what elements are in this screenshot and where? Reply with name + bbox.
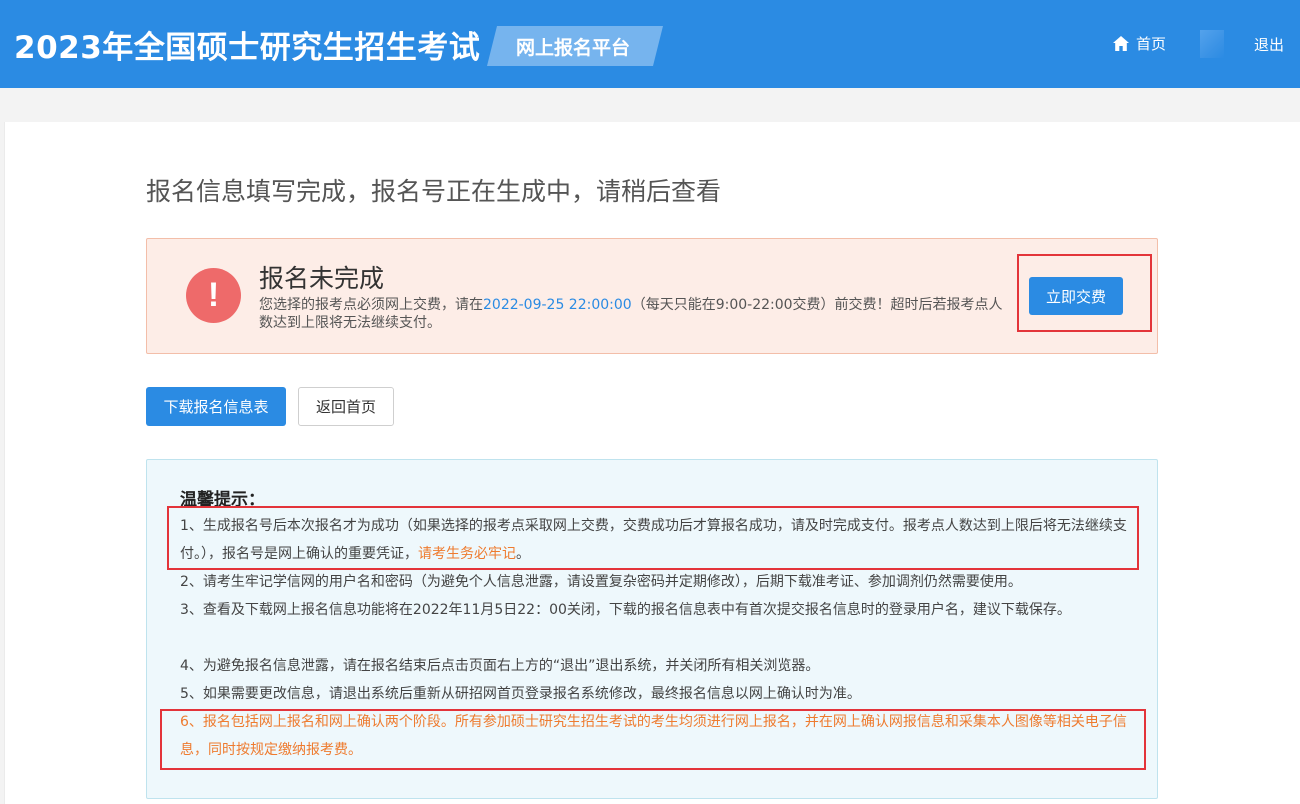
payment-deadline: 2022-09-25 22:00:00 <box>483 297 632 313</box>
page-title: 报名信息填写完成，报名号正在生成中，请稍后查看 <box>146 177 722 206</box>
tip-item-3: 3、查看及下载网上报名信息功能将在2022年11月5日22：00关闭，下载的报名… <box>180 602 1071 618</box>
tip-item-5: 5、如果需要更改信息，请退出系统后重新从研招网首页登录报名系统修改，最终报名信息… <box>180 686 861 702</box>
site-title: 2023年全国硕士研究生招生考试 <box>14 30 481 66</box>
tip-1-highlight <box>167 506 1139 570</box>
platform-badge-label: 网上报名平台 <box>516 37 631 59</box>
avatar[interactable] <box>1200 30 1224 58</box>
logout-link[interactable]: 退出 <box>1254 34 1284 55</box>
alert-desc-before: 您选择的报考点必须网上交费，请在 <box>259 297 483 313</box>
alert-description: 您选择的报考点必须网上交费，请在2022-09-25 22:00:00（每天只能… <box>259 296 1015 332</box>
back-home-button[interactable]: 返回首页 <box>298 387 394 426</box>
alert-title: 报名未完成 <box>259 264 385 293</box>
exclamation-icon: ! <box>186 268 241 323</box>
pay-now-button[interactable]: 立即交费 <box>1029 277 1123 315</box>
tip-6-highlight <box>160 709 1146 770</box>
home-icon <box>1112 35 1130 52</box>
home-nav-link[interactable]: 首页 <box>1112 32 1166 54</box>
tip-item-4: 4、为避免报名信息泄露，请在报名结束后点击页面右上方的“退出”退出系统，并关闭所… <box>180 658 820 674</box>
home-nav-label: 首页 <box>1136 34 1167 53</box>
download-registration-form-button[interactable]: 下载报名信息表 <box>146 387 286 426</box>
tip-item-2: 2、请考生牢记学信网的用户名和密码（为避免个人信息泄露，请设置复杂密码并定期修改… <box>180 574 1022 590</box>
